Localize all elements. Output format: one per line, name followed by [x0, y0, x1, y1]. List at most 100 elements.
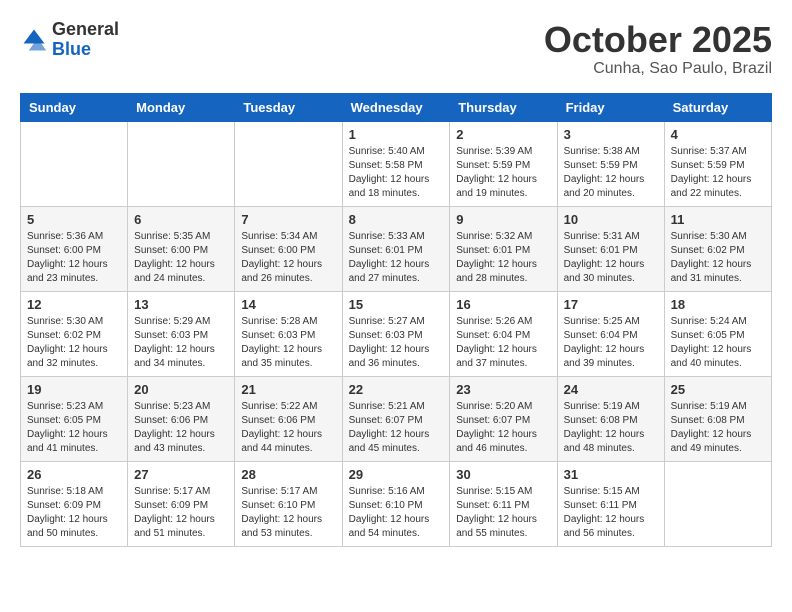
calendar-day-cell: 6 Sunrise: 5:35 AM Sunset: 6:00 PM Daylig…	[128, 206, 235, 291]
day-info: Sunrise: 5:23 AM Sunset: 6:05 PM Dayligh…	[27, 400, 121, 456]
day-number: 25	[671, 382, 765, 397]
day-number: 11	[671, 212, 765, 227]
weekday-header: Monday	[128, 93, 235, 121]
day-number: 23	[456, 382, 550, 397]
title-block: October 2025 Cunha, Sao Paulo, Brazil	[544, 20, 772, 78]
day-info: Sunrise: 5:18 AM Sunset: 6:09 PM Dayligh…	[27, 485, 121, 541]
day-info: Sunrise: 5:15 AM Sunset: 6:11 PM Dayligh…	[564, 485, 658, 541]
day-number: 7	[241, 212, 335, 227]
calendar-day-cell	[128, 121, 235, 206]
page-container: General Blue October 2025 Cunha, Sao Pau…	[20, 20, 772, 547]
day-number: 21	[241, 382, 335, 397]
day-number: 8	[349, 212, 444, 227]
calendar-day-cell: 3 Sunrise: 5:38 AM Sunset: 5:59 PM Daylig…	[557, 121, 664, 206]
calendar-day-cell: 25 Sunrise: 5:19 AM Sunset: 6:08 PM Dayli…	[664, 376, 771, 461]
day-number: 2	[456, 127, 550, 142]
day-info: Sunrise: 5:23 AM Sunset: 6:06 PM Dayligh…	[134, 400, 228, 456]
day-info: Sunrise: 5:27 AM Sunset: 6:03 PM Dayligh…	[349, 315, 444, 371]
day-info: Sunrise: 5:15 AM Sunset: 6:11 PM Dayligh…	[456, 485, 550, 541]
weekday-header: Wednesday	[342, 93, 450, 121]
calendar-day-cell: 26 Sunrise: 5:18 AM Sunset: 6:09 PM Dayli…	[21, 461, 128, 546]
calendar-day-cell: 7 Sunrise: 5:34 AM Sunset: 6:00 PM Daylig…	[235, 206, 342, 291]
day-number: 6	[134, 212, 228, 227]
day-info: Sunrise: 5:32 AM Sunset: 6:01 PM Dayligh…	[456, 230, 550, 286]
calendar-day-cell: 1 Sunrise: 5:40 AM Sunset: 5:58 PM Daylig…	[342, 121, 450, 206]
day-info: Sunrise: 5:19 AM Sunset: 6:08 PM Dayligh…	[564, 400, 658, 456]
calendar-week-row: 5 Sunrise: 5:36 AM Sunset: 6:00 PM Daylig…	[21, 206, 772, 291]
calendar-day-cell: 12 Sunrise: 5:30 AM Sunset: 6:02 PM Dayli…	[21, 291, 128, 376]
weekday-header: Sunday	[21, 93, 128, 121]
calendar-week-row: 12 Sunrise: 5:30 AM Sunset: 6:02 PM Dayli…	[21, 291, 772, 376]
day-number: 16	[456, 297, 550, 312]
day-info: Sunrise: 5:28 AM Sunset: 6:03 PM Dayligh…	[241, 315, 335, 371]
day-number: 19	[27, 382, 121, 397]
calendar-day-cell: 27Sunrise: 5:17 AM Sunset: 6:09 PM Dayli…	[128, 461, 235, 546]
calendar-day-cell: 11 Sunrise: 5:30 AM Sunset: 6:02 PM Dayli…	[664, 206, 771, 291]
day-info: Sunrise: 5:19 AM Sunset: 6:08 PM Dayligh…	[671, 400, 765, 456]
calendar-day-cell: 14 Sunrise: 5:28 AM Sunset: 6:03 PM Dayli…	[235, 291, 342, 376]
calendar-day-cell: 9 Sunrise: 5:32 AM Sunset: 6:01 PM Daylig…	[450, 206, 557, 291]
calendar-day-cell: 2 Sunrise: 5:39 AM Sunset: 5:59 PM Daylig…	[450, 121, 557, 206]
day-number: 5	[27, 212, 121, 227]
day-number: 28	[241, 467, 335, 482]
day-number: 30	[456, 467, 550, 482]
day-info: Sunrise: 5:20 AM Sunset: 6:07 PM Dayligh…	[456, 400, 550, 456]
calendar-day-cell: 31 Sunrise: 5:15 AM Sunset: 6:11 PM Dayli…	[557, 461, 664, 546]
day-info: Sunrise: 5:30 AM Sunset: 6:02 PM Dayligh…	[671, 230, 765, 286]
day-number: 14	[241, 297, 335, 312]
day-number: 17	[564, 297, 658, 312]
day-info: Sunrise: 5:39 AM Sunset: 5:59 PM Dayligh…	[456, 145, 550, 201]
day-info: Sunrise: 5:35 AM Sunset: 6:00 PM Dayligh…	[134, 230, 228, 286]
calendar-week-row: 19 Sunrise: 5:23 AM Sunset: 6:05 PM Dayli…	[21, 376, 772, 461]
day-number: 3	[564, 127, 658, 142]
calendar-day-cell: 17Sunrise: 5:25 AM Sunset: 6:04 PM Dayli…	[557, 291, 664, 376]
calendar-week-row: 26 Sunrise: 5:18 AM Sunset: 6:09 PM Dayli…	[21, 461, 772, 546]
day-number: 1	[349, 127, 444, 142]
calendar-day-cell: 18Sunrise: 5:24 AM Sunset: 6:05 PM Dayli…	[664, 291, 771, 376]
calendar-day-cell: 10 Sunrise: 5:31 AM Sunset: 6:01 PM Dayli…	[557, 206, 664, 291]
calendar-day-cell: 29Sunrise: 5:16 AM Sunset: 6:10 PM Dayli…	[342, 461, 450, 546]
calendar-day-cell: 28 Sunrise: 5:17 AM Sunset: 6:10 PM Dayli…	[235, 461, 342, 546]
day-info: Sunrise: 5:37 AM Sunset: 5:59 PM Dayligh…	[671, 145, 765, 201]
day-number: 9	[456, 212, 550, 227]
calendar-day-cell: 4Sunrise: 5:37 AM Sunset: 5:59 PM Daylig…	[664, 121, 771, 206]
weekday-header: Friday	[557, 93, 664, 121]
day-number: 10	[564, 212, 658, 227]
logo-icon	[20, 26, 48, 54]
day-number: 31	[564, 467, 658, 482]
weekday-row: SundayMondayTuesdayWednesdayThursdayFrid…	[21, 93, 772, 121]
calendar-day-cell: 16Sunrise: 5:26 AM Sunset: 6:04 PM Dayli…	[450, 291, 557, 376]
weekday-header: Saturday	[664, 93, 771, 121]
month-title: October 2025	[544, 20, 772, 60]
day-info: Sunrise: 5:21 AM Sunset: 6:07 PM Dayligh…	[349, 400, 444, 456]
calendar-week-row: 1 Sunrise: 5:40 AM Sunset: 5:58 PM Daylig…	[21, 121, 772, 206]
calendar-day-cell: 20Sunrise: 5:23 AM Sunset: 6:06 PM Dayli…	[128, 376, 235, 461]
calendar-day-cell: 8Sunrise: 5:33 AM Sunset: 6:01 PM Daylig…	[342, 206, 450, 291]
day-info: Sunrise: 5:16 AM Sunset: 6:10 PM Dayligh…	[349, 485, 444, 541]
calendar-day-cell: 13 Sunrise: 5:29 AM Sunset: 6:03 PM Dayli…	[128, 291, 235, 376]
calendar-header: SundayMondayTuesdayWednesdayThursdayFrid…	[21, 93, 772, 121]
calendar-day-cell	[21, 121, 128, 206]
day-info: Sunrise: 5:38 AM Sunset: 5:59 PM Dayligh…	[564, 145, 658, 201]
day-info: Sunrise: 5:31 AM Sunset: 6:01 PM Dayligh…	[564, 230, 658, 286]
day-number: 12	[27, 297, 121, 312]
day-number: 18	[671, 297, 765, 312]
day-info: Sunrise: 5:29 AM Sunset: 6:03 PM Dayligh…	[134, 315, 228, 371]
day-number: 24	[564, 382, 658, 397]
day-info: Sunrise: 5:30 AM Sunset: 6:02 PM Dayligh…	[27, 315, 121, 371]
header: General Blue October 2025 Cunha, Sao Pau…	[20, 20, 772, 78]
calendar-day-cell	[664, 461, 771, 546]
day-number: 13	[134, 297, 228, 312]
day-number: 26	[27, 467, 121, 482]
calendar: SundayMondayTuesdayWednesdayThursdayFrid…	[20, 93, 772, 547]
day-info: Sunrise: 5:36 AM Sunset: 6:00 PM Dayligh…	[27, 230, 121, 286]
day-info: Sunrise: 5:17 AM Sunset: 6:10 PM Dayligh…	[241, 485, 335, 541]
logo: General Blue	[20, 20, 119, 60]
location: Cunha, Sao Paulo, Brazil	[544, 60, 772, 78]
day-number: 27	[134, 467, 228, 482]
day-info: Sunrise: 5:34 AM Sunset: 6:00 PM Dayligh…	[241, 230, 335, 286]
day-info: Sunrise: 5:40 AM Sunset: 5:58 PM Dayligh…	[349, 145, 444, 201]
calendar-day-cell: 23 Sunrise: 5:20 AM Sunset: 6:07 PM Dayli…	[450, 376, 557, 461]
logo-text: General Blue	[52, 20, 119, 60]
day-info: Sunrise: 5:22 AM Sunset: 6:06 PM Dayligh…	[241, 400, 335, 456]
